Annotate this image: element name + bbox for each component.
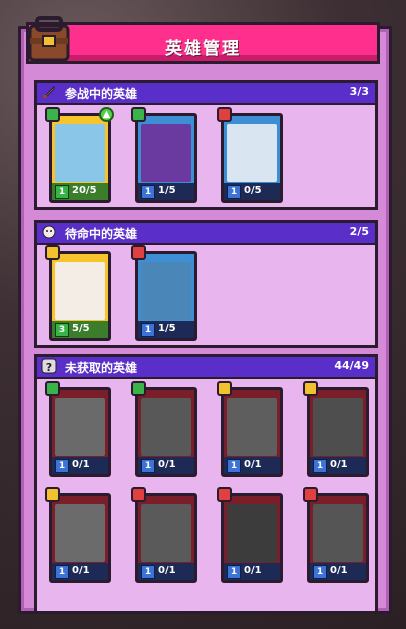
hero-level: 1 bbox=[141, 459, 155, 473]
hero-card[interactable]: 1 0/1 bbox=[135, 493, 197, 583]
hero-class-icon bbox=[217, 487, 232, 502]
hero-class-icon bbox=[45, 487, 60, 502]
hero-level: 1 bbox=[313, 459, 327, 473]
hero-class-icon bbox=[303, 381, 318, 396]
hero-class-icon bbox=[303, 487, 318, 502]
section-title: 待命中的英雄 bbox=[65, 227, 138, 241]
hero-shards: 20/5 bbox=[72, 185, 97, 196]
hero-stats: 1 1/5 bbox=[138, 321, 194, 338]
hero-class-icon bbox=[131, 381, 146, 396]
hero-card[interactable]: 1 0/5 bbox=[221, 113, 283, 203]
hero-portrait bbox=[55, 504, 105, 562]
hero-card[interactable]: 1 0/1 bbox=[221, 387, 283, 477]
hero-shards: 5/5 bbox=[72, 323, 90, 334]
hero-stats: 1 1/5 bbox=[138, 183, 194, 200]
hero-level: 1 bbox=[227, 459, 241, 473]
section-title: 未获取的英雄 bbox=[65, 361, 138, 375]
hero-stats: 3 5/5 bbox=[52, 321, 108, 338]
hero-shards: 0/5 bbox=[244, 185, 262, 196]
hero-shards: 0/1 bbox=[244, 565, 262, 576]
hero-stats: 1 0/1 bbox=[310, 563, 366, 580]
hero-shards: 0/1 bbox=[330, 459, 348, 470]
hero-portrait bbox=[55, 262, 105, 320]
hero-card[interactable]: 3 5/5 bbox=[49, 251, 111, 341]
hero-card[interactable]: 1 0/1 bbox=[307, 493, 369, 583]
hero-stats: 1 0/1 bbox=[310, 457, 366, 474]
face-icon bbox=[42, 225, 56, 239]
upgrade-arrow-icon[interactable]: ▲ bbox=[99, 107, 114, 122]
hero-level: 1 bbox=[227, 185, 241, 199]
hero-stats: 1 0/1 bbox=[52, 457, 108, 474]
hero-stats: 1 0/1 bbox=[138, 457, 194, 474]
hero-stats: 1 0/1 bbox=[138, 563, 194, 580]
hero-level: 1 bbox=[313, 565, 327, 579]
backpack-icon bbox=[28, 16, 70, 62]
section-header: 参战中的英雄 3/3 bbox=[37, 83, 375, 105]
section-standby: 待命中的英雄 2/5 3 5/5 1 1/5 bbox=[34, 220, 378, 348]
hero-portrait bbox=[55, 124, 105, 182]
hero-stats: 1 0/1 bbox=[224, 457, 280, 474]
hero-class-icon bbox=[131, 487, 146, 502]
hero-class-icon bbox=[45, 245, 60, 260]
hero-level: 1 bbox=[55, 459, 69, 473]
hero-stats: 1 0/5 bbox=[224, 183, 280, 200]
hero-shards: 1/5 bbox=[158, 323, 176, 334]
section-in-battle: 参战中的英雄 3/3 1 20/5 ▲ 1 1/5 1 0/5 bbox=[34, 80, 378, 210]
hero-portrait bbox=[227, 124, 277, 182]
hero-shards: 0/1 bbox=[72, 565, 90, 576]
hero-class-icon bbox=[131, 107, 146, 122]
hero-shards: 0/1 bbox=[72, 459, 90, 470]
hero-class-icon bbox=[45, 381, 60, 396]
title-bar: 英雄管理 bbox=[26, 22, 380, 64]
hero-card[interactable]: 1 1/5 bbox=[135, 113, 197, 203]
hero-shards: 0/1 bbox=[158, 459, 176, 470]
hero-portrait bbox=[227, 398, 277, 456]
hero-stats: 1 0/1 bbox=[224, 563, 280, 580]
section-header: 待命中的英雄 2/5 bbox=[37, 223, 375, 245]
question-mark-icon: ? bbox=[41, 358, 57, 374]
page-title: 英雄管理 bbox=[165, 39, 241, 59]
hero-portrait bbox=[313, 398, 363, 456]
sword-icon bbox=[42, 85, 55, 98]
hero-card[interactable]: 1 1/5 bbox=[135, 251, 197, 341]
hero-class-icon bbox=[131, 245, 146, 260]
hero-class-icon bbox=[45, 107, 60, 122]
hero-card[interactable]: 1 0/1 bbox=[49, 387, 111, 477]
hero-card[interactable]: 1 20/5 bbox=[49, 113, 111, 203]
hero-shards: 0/1 bbox=[158, 565, 176, 576]
hero-card[interactable]: 1 0/1 bbox=[307, 387, 369, 477]
section-count: 2/5 bbox=[349, 225, 369, 238]
section-count: 3/3 bbox=[349, 85, 369, 98]
hero-card[interactable]: 1 0/1 bbox=[135, 387, 197, 477]
section-unobtained: ? 未获取的英雄 44/49 1 0/1 1 0/1 1 0/1 1 0/1 1 0/1 1 0/1 1… bbox=[34, 354, 378, 614]
hero-portrait bbox=[313, 504, 363, 562]
hero-stats: 1 0/1 bbox=[52, 563, 108, 580]
hero-portrait bbox=[141, 262, 191, 320]
hero-card[interactable]: 1 0/1 bbox=[49, 493, 111, 583]
hero-level: 1 bbox=[141, 185, 155, 199]
section-title: 参战中的英雄 bbox=[65, 87, 138, 101]
hero-level: 1 bbox=[141, 323, 155, 337]
section-header: ? 未获取的英雄 44/49 bbox=[37, 357, 375, 379]
hero-card[interactable]: 1 0/1 bbox=[221, 493, 283, 583]
hero-level: 1 bbox=[55, 565, 69, 579]
hero-class-icon bbox=[217, 107, 232, 122]
hero-shards: 0/1 bbox=[244, 459, 262, 470]
hero-portrait bbox=[227, 504, 277, 562]
hero-portrait bbox=[141, 504, 191, 562]
hero-portrait bbox=[141, 124, 191, 182]
hero-portrait bbox=[55, 398, 105, 456]
hero-level: 1 bbox=[227, 565, 241, 579]
hero-shards: 1/5 bbox=[158, 185, 176, 196]
hero-portrait bbox=[141, 398, 191, 456]
hero-level: 1 bbox=[55, 185, 69, 199]
hero-level: 3 bbox=[55, 323, 69, 337]
hero-shards: 0/1 bbox=[330, 565, 348, 576]
svg-text:?: ? bbox=[46, 361, 52, 374]
hero-class-icon bbox=[217, 381, 232, 396]
section-count: 44/49 bbox=[334, 359, 369, 372]
hero-stats: 1 20/5 bbox=[52, 183, 108, 200]
hero-level: 1 bbox=[141, 565, 155, 579]
